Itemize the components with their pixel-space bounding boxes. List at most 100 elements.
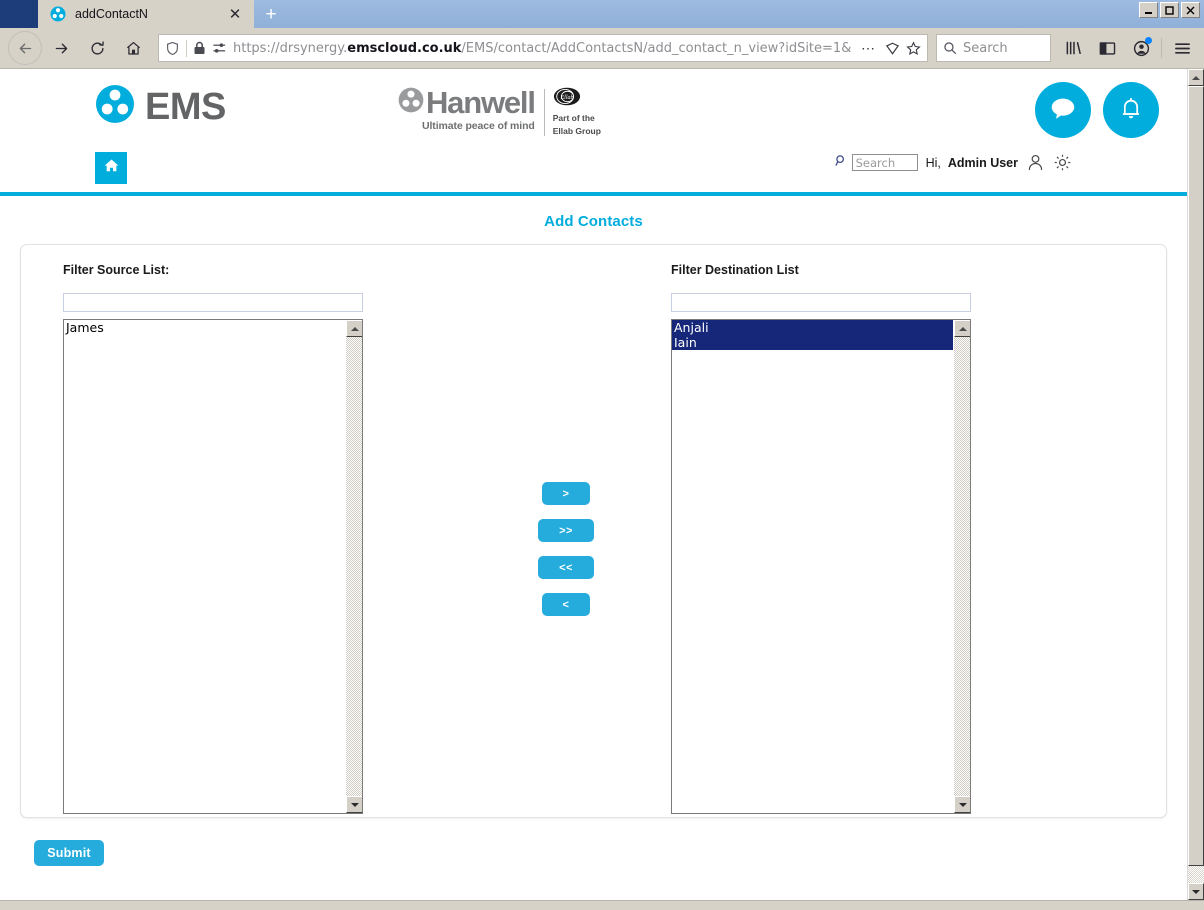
- user-bar: Search Hi, Admin User: [835, 153, 1072, 172]
- close-icon[interactable]: ✕: [226, 5, 244, 23]
- page-scrollbar[interactable]: [1187, 69, 1204, 900]
- source-listbox-items[interactable]: James: [64, 320, 345, 813]
- chevron-down-icon: [350, 802, 359, 807]
- page-scroll-thumb[interactable]: [1188, 86, 1204, 866]
- site-search[interactable]: Search: [835, 154, 918, 172]
- source-filter-input[interactable]: [63, 293, 363, 312]
- notifications-button[interactable]: [1103, 82, 1159, 138]
- gear-icon[interactable]: [1053, 153, 1072, 172]
- url-host-prefix: drsynergy.: [279, 40, 348, 56]
- list-item[interactable]: Anjali: [672, 320, 953, 335]
- scroll-down-button[interactable]: [346, 796, 362, 813]
- user-icon[interactable]: [1026, 153, 1045, 172]
- forward-arrow-icon[interactable]: [44, 31, 78, 65]
- magnifier-icon: [835, 154, 848, 172]
- shield-icon[interactable]: [165, 41, 180, 56]
- source-listbox-scrollbar[interactable]: [345, 320, 362, 813]
- chat-button[interactable]: [1035, 82, 1091, 138]
- scroll-up-button[interactable]: [346, 320, 362, 337]
- page-viewport: EMS Hanwell Ultimate peace of mind Ellab…: [0, 68, 1204, 900]
- page-scroll-up-button[interactable]: [1188, 69, 1204, 86]
- browser-toolbar-icons: [1059, 34, 1196, 62]
- page-scroll-down-button[interactable]: [1188, 883, 1204, 900]
- close-button[interactable]: [1181, 2, 1200, 18]
- header-action-buttons: [1035, 82, 1159, 138]
- move-left-button[interactable]: <: [542, 593, 590, 616]
- ems-logo-icon: [50, 6, 66, 22]
- page-scroll-track[interactable]: [1188, 86, 1204, 883]
- site-nav-row: Search Hi, Admin User: [0, 144, 1187, 192]
- address-bar[interactable]: https://drsynergy.emscloud.co.uk/EMS/con…: [158, 34, 928, 62]
- home-icon: [103, 157, 120, 179]
- brand-logo[interactable]: EMS: [95, 84, 226, 129]
- account-badge-dot: [1145, 37, 1152, 44]
- back-arrow-icon[interactable]: [8, 31, 42, 65]
- source-list-label: Filter Source List:: [63, 263, 170, 277]
- home-icon[interactable]: [116, 31, 150, 65]
- maximize-button[interactable]: [1160, 2, 1179, 18]
- destination-listbox[interactable]: Anjali Iain: [671, 319, 971, 814]
- transfer-button-group: > >> << <: [538, 482, 594, 616]
- destination-filter-input[interactable]: [671, 293, 971, 312]
- chevron-down-icon: [958, 802, 967, 807]
- user-greeting: Hi, Admin User: [926, 156, 1018, 170]
- scroll-down-button[interactable]: [954, 796, 970, 813]
- url-scheme: https://: [233, 40, 280, 56]
- title-bar-left-block: [0, 0, 38, 28]
- svg-text:Ellab: Ellab: [559, 95, 573, 101]
- destination-column: Filter Destination List Anjali Iain: [671, 263, 971, 814]
- list-item[interactable]: Iain: [672, 335, 953, 350]
- permissions-icon[interactable]: [212, 41, 227, 55]
- tab-title: addContactN: [75, 7, 148, 21]
- minimize-button[interactable]: [1139, 2, 1158, 18]
- url-path: /EMS/contact/AddContactsN/add_contact_n_…: [461, 40, 852, 56]
- brand-name: EMS: [145, 85, 226, 128]
- new-tab-button[interactable]: +: [254, 0, 288, 28]
- site-header: EMS Hanwell Ultimate peace of mind Ellab…: [0, 69, 1187, 144]
- reader-mode-icon[interactable]: [885, 41, 900, 56]
- hamburger-menu-icon[interactable]: [1168, 34, 1196, 62]
- chevron-up-icon: [958, 326, 967, 331]
- ellab-badge-line2: Ellab Group: [552, 125, 601, 136]
- move-all-right-button[interactable]: >>: [538, 519, 594, 542]
- chevron-up-icon: [1192, 75, 1200, 80]
- site-home-button[interactable]: [95, 152, 127, 184]
- submit-row: Submit: [0, 818, 1187, 866]
- ellab-badge-line1: Part of the: [552, 113, 595, 123]
- partner-logo: Hanwell Ultimate peace of mind Ellab Par…: [398, 87, 601, 137]
- browser-window: addContactN ✕ + https://drsynergy.emsclo…: [0, 0, 1204, 910]
- scroll-up-button[interactable]: [954, 320, 970, 337]
- title-bar: addContactN ✕ +: [0, 0, 1204, 28]
- submit-button[interactable]: Submit: [34, 840, 104, 866]
- account-icon[interactable]: [1127, 34, 1155, 62]
- source-listbox[interactable]: James: [63, 319, 363, 814]
- toolbar-divider: [1161, 38, 1162, 58]
- status-bar: [0, 900, 1204, 910]
- user-name: Admin User: [947, 155, 1018, 170]
- search-icon: [944, 42, 957, 55]
- move-all-left-button[interactable]: <<: [538, 556, 594, 579]
- star-icon[interactable]: [906, 40, 921, 56]
- move-right-button[interactable]: >: [542, 482, 590, 505]
- sidebar-icon[interactable]: [1093, 34, 1121, 62]
- browser-search-box[interactable]: Search: [936, 34, 1051, 62]
- ems-logo-icon: [95, 84, 135, 129]
- scroll-track[interactable]: [346, 337, 362, 796]
- window-controls: [1139, 2, 1200, 18]
- library-icon[interactable]: [1059, 34, 1087, 62]
- chevron-up-icon: [350, 326, 359, 331]
- address-bar-divider: [186, 39, 187, 57]
- navigation-toolbar: https://drsynergy.emscloud.co.uk/EMS/con…: [0, 28, 1204, 68]
- destination-listbox-items[interactable]: Anjali Iain: [672, 320, 953, 813]
- reload-icon[interactable]: [80, 31, 114, 65]
- site-search-input[interactable]: Search: [851, 154, 918, 171]
- ellipsis-icon[interactable]: ⋯: [858, 40, 879, 57]
- chat-bubble-icon: [1048, 93, 1078, 128]
- lock-icon[interactable]: [193, 41, 206, 55]
- browser-tab[interactable]: addContactN ✕: [38, 0, 254, 28]
- destination-listbox-scrollbar[interactable]: [953, 320, 970, 813]
- partner-logo-left: Hanwell Ultimate peace of mind: [398, 87, 536, 132]
- partner-tagline: Ultimate peace of mind: [422, 120, 535, 132]
- list-item[interactable]: James: [64, 320, 345, 335]
- scroll-track[interactable]: [954, 337, 970, 796]
